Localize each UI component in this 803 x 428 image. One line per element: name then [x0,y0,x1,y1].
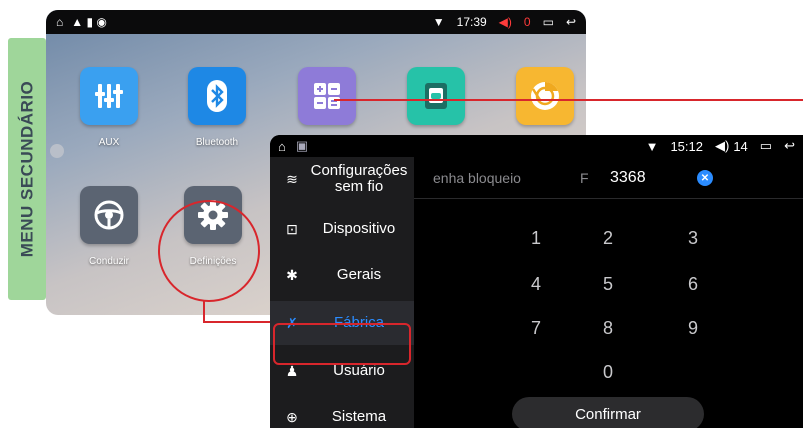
home-status-bar: ⌂ ▲ ▮ ◉ ▼ 17:39 ◀) 0 ▭ ↩ [46,10,586,34]
user-icon: ♟ [285,362,299,379]
signal-icon: ▼ [432,15,445,29]
signal-icon: ▼ [645,138,659,154]
confirm-button[interactable]: Confirmar [512,397,704,428]
bluetooth-icon [188,67,246,125]
sidebar-item-general[interactable]: ✱ Gerais [270,253,414,297]
password-label: enha bloqueio [433,169,521,186]
app-label-conduzir: Conduzir [88,256,130,267]
app-bluetooth[interactable]: Bluetooth [172,67,262,148]
annotation-line [203,321,273,323]
volume-icon[interactable]: ◀) [715,138,729,154]
sidebar-item-label: Configurações sem fio [310,162,408,195]
sidebar-item-label: Gerais [336,266,382,283]
keypad-key[interactable]: 0 [578,362,638,383]
annotation-line [334,99,803,101]
keypad-key[interactable]: 1 [506,228,566,249]
app-conduzir[interactable]: Conduzir [64,186,154,267]
notification-icon: ▣ [295,138,309,153]
password-prefix: F [580,169,589,186]
keypad-key[interactable]: 9 [663,318,723,339]
back-icon[interactable]: ↩ [784,138,795,154]
clear-icon[interactable]: ✕ [697,170,713,186]
keypad-key[interactable]: 7 [506,318,566,339]
aux-equalizer-icon [80,67,138,125]
settings-screen: ⌂ ▣ ▼ 15:12 ◀) 14 ▭ ↩ ≋ Configurações se… [270,135,803,428]
recent-apps-icon[interactable]: ▭ [543,15,554,29]
password-row: enha bloqueio F 3368 ✕ [414,157,803,199]
settings-volume: 14 [733,138,748,154]
password-input[interactable]: 3368 [610,169,646,187]
sidebar-item-wireless[interactable]: ≋ Configurações sem fio [270,157,414,201]
app-car-phone[interactable] [391,67,481,137]
annotation-line [203,300,205,322]
gear-icon: ✱ [286,266,298,283]
sidebar-item-label: Dispositivo [322,220,396,237]
calculator-icon [298,67,356,125]
keypad-key[interactable]: 4 [506,274,566,295]
side-label-text: MENU SECUNDÁRIO [17,80,36,258]
keypad-key[interactable]: 5 [578,274,638,295]
home-icon[interactable]: ⌂ [56,15,63,29]
app-label-aux: AUX [98,137,120,148]
recent-apps-icon[interactable]: ▭ [760,138,772,154]
car-phone-icon [407,67,465,125]
sidebar-item-system[interactable]: ⊕ Sistema [270,395,414,428]
wifi-icon: ≋ [286,170,298,187]
keypad-key[interactable]: 2 [578,228,638,249]
settings-sidebar: ≋ Configurações sem fio ⊡ Dispositivo ✱ … [270,157,414,428]
notification-icons: ▲ ▮ ◉ [71,15,107,29]
back-icon[interactable]: ↩ [566,15,576,29]
sidebar-item-label: Usuário [333,362,385,379]
annotation-highlight-box [273,323,411,365]
keypad-key[interactable]: 8 [578,318,638,339]
app-aux[interactable]: AUX [64,67,154,148]
home-icon[interactable]: ⌂ [278,139,286,154]
settings-status-bar: ⌂ ▣ ▼ 15:12 ◀) 14 ▭ ↩ [270,135,803,157]
keypad-key[interactable]: 6 [663,274,723,295]
keypad-key[interactable]: 3 [663,228,723,249]
sidebar-item-device[interactable]: ⊡ Dispositivo [270,207,414,251]
steering-wheel-icon [80,186,138,244]
chrome-icon [516,67,574,125]
sidebar-item-label: Sistema [331,408,387,425]
app-label-bluetooth: Bluetooth [195,137,239,148]
menu-secundario-label: MENU SECUNDÁRIO [8,38,46,300]
app-chrome[interactable] [500,67,586,137]
stage: MENU SECUNDÁRIO ⌂ ▲ ▮ ◉ ▼ 17:39 ◀) 0 ▭ ↩… [0,0,803,428]
app-calculator[interactable] [282,67,372,137]
device-icon: ⊡ [286,220,298,237]
volume-icon[interactable]: ◀) [499,15,512,29]
annotation-circle [158,200,260,302]
page-indicator-dot [50,144,64,158]
home-volume: 0 [523,15,531,29]
settings-clock: 15:12 [670,138,703,154]
home-clock: 17:39 [456,15,487,29]
factory-password-panel: enha bloqueio F 3368 ✕ 1 2 3 4 5 6 7 8 9… [414,157,803,428]
globe-icon: ⊕ [286,408,298,425]
